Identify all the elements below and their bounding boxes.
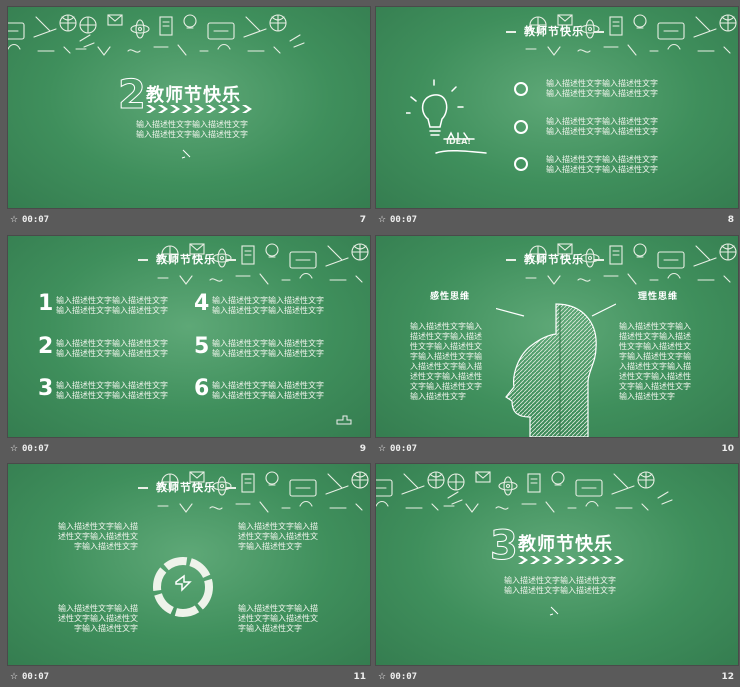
- slide-title: 教师节快乐: [524, 253, 584, 266]
- text-block-bottom-left: 输入描述性文字输入描 述性文字输入描述性文 字输入描述性文字: [58, 604, 138, 633]
- slide-title: 教师节快乐: [524, 25, 584, 38]
- chevron-arrows-icon: [146, 105, 252, 113]
- list-item-2: 输入描述性文字输入描述性文字 输入描述性文字输入描述性文字: [546, 117, 658, 136]
- item-number-3: 3: [38, 376, 54, 401]
- transition-star-icon: ☆: [10, 444, 19, 454]
- slide-info-bar: ☆ 00:07 11: [8, 669, 370, 687]
- transition-star-icon: ☆: [10, 215, 19, 225]
- chalk-doodles-decoration: [376, 471, 673, 513]
- slide-thumbnail-7[interactable]: 2 教师节快乐 输入描述性文字输入描述性文字 输入描述性文字输入描述性文字: [7, 6, 371, 209]
- title-dash-left: [506, 31, 516, 33]
- pencil-doodle-icon: [549, 606, 559, 616]
- slide-title: 教师节快乐: [156, 481, 216, 494]
- slide-timing: 00:07: [22, 672, 50, 682]
- right-label: 理性思维: [638, 292, 679, 302]
- desc-text: 输入描述性文字输入描述性文字 输入描述性文字输入描述性文字: [504, 576, 616, 595]
- text-block-top-left: 输入描述性文字输入描 述性文字输入描述性文 字输入描述性文字: [58, 522, 138, 551]
- left-label: 感性思维: [430, 292, 471, 302]
- item-number-4: 4: [194, 291, 210, 316]
- item-number-6: 6: [194, 376, 210, 401]
- item-text-1: 输入描述性文字输入描述性文字 输入描述性文字输入描述性文字: [56, 296, 168, 315]
- idea-label: IDEA!: [446, 137, 471, 146]
- slide-timing: 00:07: [390, 444, 418, 454]
- slide-number: 12: [721, 672, 734, 682]
- bullet-circle-2: [514, 120, 528, 134]
- bullet-circle-1: [514, 82, 528, 96]
- item-text-2: 输入描述性文字输入描述性文字 输入描述性文字输入描述性文字: [56, 339, 168, 358]
- text-block-top-right: 输入描述性文字输入描 述性文字输入描述性文 字输入描述性文字: [238, 522, 318, 551]
- slide-info-bar: ☆ 00:07 7: [8, 212, 370, 230]
- item-number-5: 5: [194, 334, 210, 359]
- pencil-doodle-icon: [181, 149, 191, 159]
- title-dash-right: [594, 259, 604, 261]
- item-number-2: 2: [38, 334, 54, 359]
- slide-number: 8: [727, 215, 734, 225]
- item-text-5: 输入描述性文字输入描述性文字 输入描述性文字输入描述性文字: [212, 339, 324, 358]
- slide-thumbnail-12[interactable]: 3 教师节快乐 输入描述性文字输入描述性文字 输入描述性文字输入描述性文字: [375, 463, 739, 666]
- title-dash-right: [226, 259, 236, 261]
- chevron-arrows-icon: [518, 556, 624, 564]
- slide-thumbnail-10[interactable]: 教师节快乐 感性思维 理性思维 输入描述性文字输入 描述性文字输入描述 性文字输入描…: [375, 235, 739, 438]
- slide-thumbnail-11[interactable]: 教师节快乐 输入描述性文字输入描 述性文字输入描述性文 字输入描述性文字 输入描述性…: [7, 463, 371, 666]
- slide-title: 教师节快乐: [156, 253, 216, 266]
- big-digit: 2: [118, 72, 147, 118]
- slide-timing: 00:07: [390, 672, 418, 682]
- bullet-circle-3: [514, 157, 528, 171]
- slide-number: 9: [359, 444, 366, 454]
- human-head-profile-icon: [496, 303, 616, 437]
- text-block-bottom-right: 输入描述性文字输入描 述性文字输入描述性文 字输入描述性文字: [238, 604, 318, 633]
- slide-info-bar: ☆ 00:07 8: [376, 212, 738, 230]
- big-digit: 3: [490, 523, 519, 569]
- right-text-block: 输入描述性文字输入 描述性文字输入描述 性文字输入描述性文 字输入描述性文字输 入描述性…: [619, 322, 691, 401]
- transition-star-icon: ☆: [378, 672, 387, 682]
- slide-number: 7: [359, 215, 366, 225]
- transition-star-icon: ☆: [378, 215, 387, 225]
- puzzle-piece-icon: [336, 415, 352, 425]
- slide-number: 10: [721, 444, 734, 454]
- slide-thumbnail-9[interactable]: 教师节快乐 1 输入描述性文字输入描述性文字 输入描述性文字输入描述性文字 4 输…: [7, 235, 371, 438]
- left-text-block: 输入描述性文字输入 描述性文字输入描述 性文字输入描述性文 字输入描述性文字输 入描述性…: [410, 322, 482, 401]
- title-dash-left: [506, 259, 516, 261]
- slide-info-bar: ☆ 00:07 12: [376, 669, 738, 687]
- slide-title: 教师节快乐: [518, 534, 613, 555]
- desc-text: 输入描述性文字输入描述性文字 输入描述性文字输入描述性文字: [136, 120, 248, 139]
- list-item-3: 输入描述性文字输入描述性文字 输入描述性文字输入描述性文字: [546, 155, 658, 174]
- list-item-1: 输入描述性文字输入描述性文字 输入描述性文字输入描述性文字: [546, 79, 658, 98]
- item-text-6: 输入描述性文字输入描述性文字 输入描述性文字输入描述性文字: [212, 381, 324, 400]
- title-dash-right: [594, 31, 604, 33]
- chalk-doodles-decoration: [8, 14, 305, 56]
- cycle-ring-diagram-icon: [153, 557, 213, 617]
- title-dash-left: [138, 487, 148, 489]
- slide-thumbnail-8[interactable]: 教师节快乐 IDEA! 输入描述性文字输入描述性文字 输入描述性文字输入描述性文字…: [375, 6, 739, 209]
- transition-star-icon: ☆: [10, 672, 19, 682]
- slide-timing: 00:07: [22, 215, 50, 225]
- slide-number: 11: [353, 672, 366, 682]
- item-text-3: 输入描述性文字输入描述性文字 输入描述性文字输入描述性文字: [56, 381, 168, 400]
- item-text-4: 输入描述性文字输入描述性文字 输入描述性文字输入描述性文字: [212, 296, 324, 315]
- slide-timing: 00:07: [22, 444, 50, 454]
- title-dash-left: [138, 259, 148, 261]
- title-dash-right: [226, 487, 236, 489]
- slide-info-bar: ☆ 00:07 10: [376, 441, 738, 459]
- item-number-1: 1: [38, 291, 54, 316]
- transition-star-icon: ☆: [378, 444, 387, 454]
- slide-info-bar: ☆ 00:07 9: [8, 441, 370, 459]
- slide-timing: 00:07: [390, 215, 418, 225]
- lightbulb-icon: [406, 79, 487, 154]
